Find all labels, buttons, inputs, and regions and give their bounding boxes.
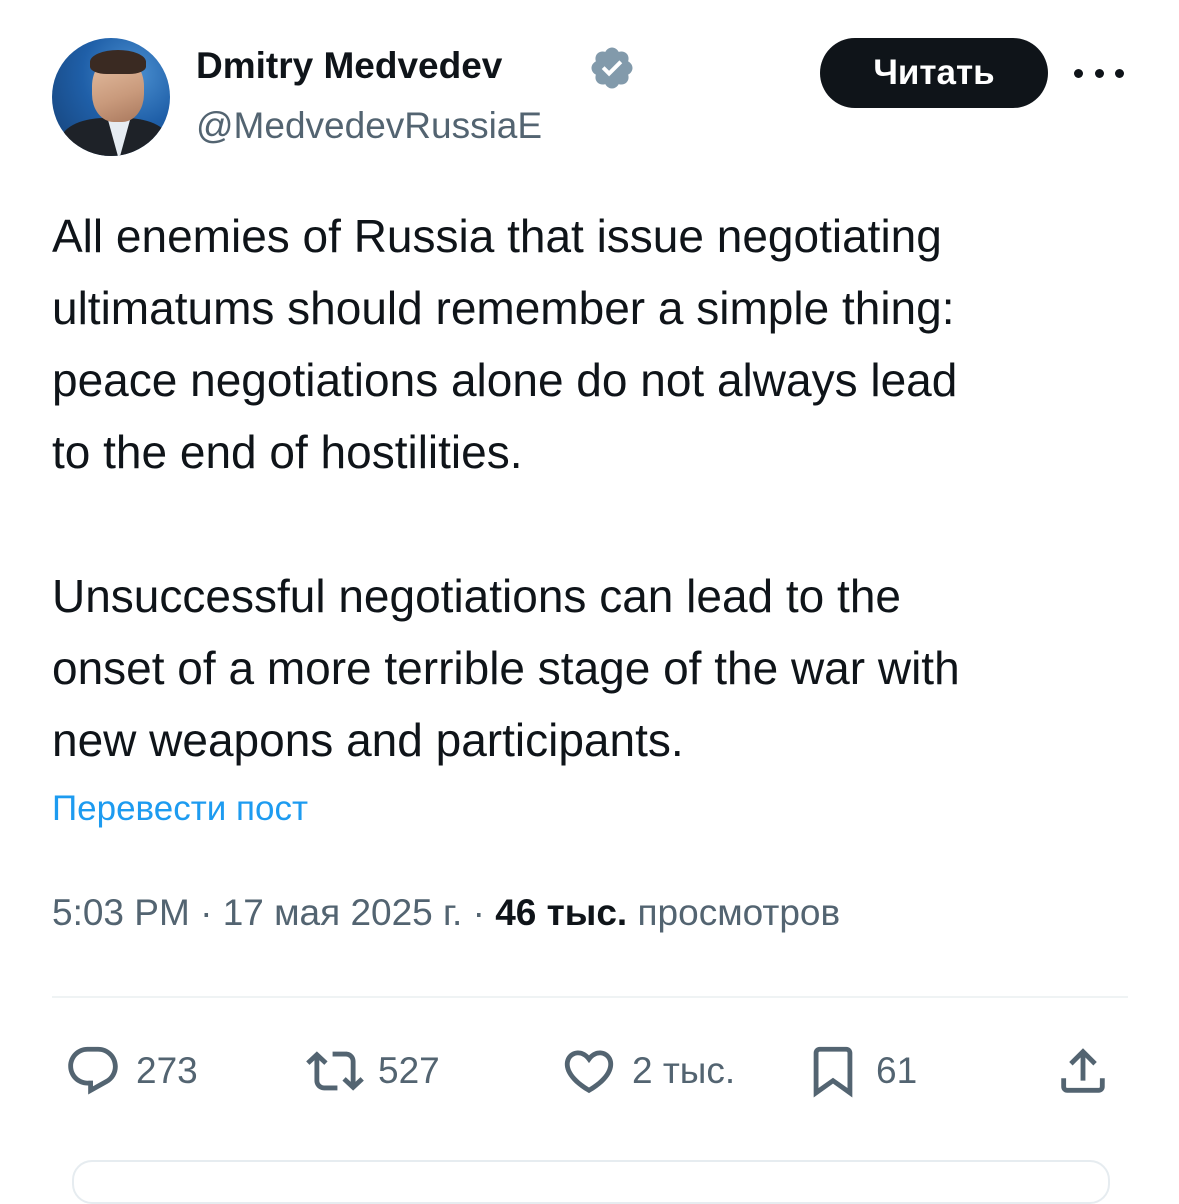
author-avatar[interactable] <box>52 38 170 156</box>
meta-separator: · <box>189 892 223 933</box>
follow-button[interactable]: Читать <box>820 38 1048 108</box>
tweet-date[interactable]: 17 мая 2025 г. <box>223 892 463 933</box>
tweet-time[interactable]: 5:03 PM <box>52 892 190 933</box>
tweet-text: All enemies of Russia that issue negotia… <box>52 200 1152 776</box>
divider <box>52 996 1128 998</box>
heart-icon <box>564 1050 614 1094</box>
like-count: 2 тыс. <box>632 1050 736 1091</box>
more-dot <box>1094 68 1104 78</box>
tweet-meta: 5:03 PM · 17 мая 2025 г. · 46 тыс. просм… <box>52 888 840 938</box>
tweet-paragraph: All enemies of Russia that issue negotia… <box>52 210 958 478</box>
bookmark-icon <box>813 1046 853 1098</box>
bookmark-count: 61 <box>876 1050 918 1091</box>
author-display-name[interactable]: Dmitry Medvedev <box>196 44 502 88</box>
like-button[interactable]: 2 тыс. <box>560 1040 735 1102</box>
author-handle[interactable]: @MedvedevRussiaE <box>196 104 542 148</box>
share-icon <box>1061 1048 1105 1093</box>
more-dot <box>1115 68 1124 78</box>
verified-badge-icon <box>591 47 633 89</box>
more-dot <box>1074 68 1083 78</box>
more-options-icon[interactable] <box>1074 58 1124 88</box>
reply-count: 273 <box>136 1050 198 1091</box>
reply-icon <box>68 1046 118 1095</box>
bookmark-button[interactable]: 61 <box>804 1040 917 1102</box>
repost-button[interactable]: 527 <box>306 1040 440 1102</box>
views-label: просмотров <box>627 892 841 933</box>
share-button[interactable] <box>1054 1040 1112 1102</box>
views-count: 46 тыс. <box>495 892 628 933</box>
avatar-hair <box>90 50 146 74</box>
meta-separator: · <box>462 892 496 933</box>
reply-composer-edge[interactable] <box>72 1160 1110 1204</box>
translate-post-link[interactable]: Перевести пост <box>52 786 308 832</box>
reply-button[interactable]: 273 <box>64 1040 198 1102</box>
tweet-paragraph: Unsuccessful negotiations can lead to th… <box>52 570 960 766</box>
repost-count: 527 <box>378 1050 440 1091</box>
repost-icon <box>306 1051 364 1091</box>
